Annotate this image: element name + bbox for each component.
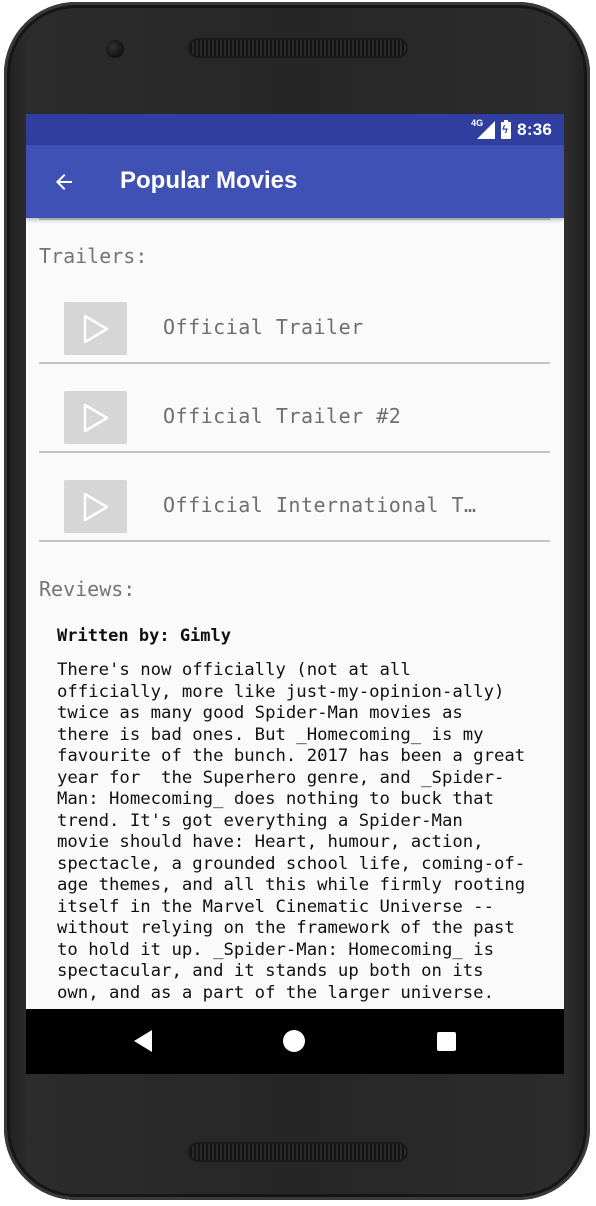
nav-back-button[interactable] (121, 1021, 165, 1061)
trailer-title: Official Trailer (163, 315, 364, 339)
front-camera (106, 40, 124, 58)
back-button[interactable] (44, 162, 84, 202)
trailer-thumbnail (64, 480, 127, 533)
trailer-title: Official International T… (163, 493, 477, 517)
system-navigation-bar (26, 1009, 564, 1074)
play-icon (83, 403, 108, 432)
app-bar: Popular Movies (26, 145, 564, 218)
divider (39, 218, 550, 220)
nav-home-button[interactable] (272, 1021, 316, 1061)
reviews-heading: Reviews: (39, 577, 136, 601)
nav-recents-icon (436, 1031, 456, 1051)
trailer-item[interactable]: Official Trailer #2 (39, 364, 550, 453)
nav-back-icon (134, 1030, 152, 1052)
trailer-thumbnail (64, 391, 127, 444)
status-bar: 4G ϟ 8:36 (26, 114, 564, 145)
review-author: Written by: Gimly (57, 626, 231, 646)
trailers-heading: Trailers: (39, 244, 148, 268)
trailer-title: Official Trailer #2 (163, 404, 402, 428)
divider (39, 540, 550, 542)
trailer-thumbnail (64, 302, 127, 355)
play-icon (83, 492, 108, 521)
trailer-item[interactable]: Official Trailer (39, 275, 550, 364)
device-screen: 4G ϟ 8:36 Popular Movies Trailers: Offic… (26, 114, 564, 1074)
battery-charging-icon: ϟ (501, 119, 512, 139)
nav-recents-button[interactable] (424, 1021, 468, 1061)
top-speaker-grille (190, 40, 406, 56)
review-text: There's now officially (not at all offic… (57, 660, 526, 1003)
cellular-signal-icon: 4G (471, 118, 496, 139)
movie-detail-scroll[interactable]: Trailers: Official Trailer Official Trai… (26, 218, 564, 1009)
trailer-item[interactable]: Official International T… (39, 453, 550, 542)
app-title: Popular Movies (120, 167, 298, 194)
play-icon (83, 314, 108, 343)
status-icons: 4G ϟ 8:36 (471, 118, 552, 141)
arrow-back-icon (56, 174, 72, 190)
nav-home-icon (283, 1030, 305, 1052)
bottom-speaker-grille (190, 1144, 406, 1160)
status-clock: 8:36 (517, 120, 552, 139)
